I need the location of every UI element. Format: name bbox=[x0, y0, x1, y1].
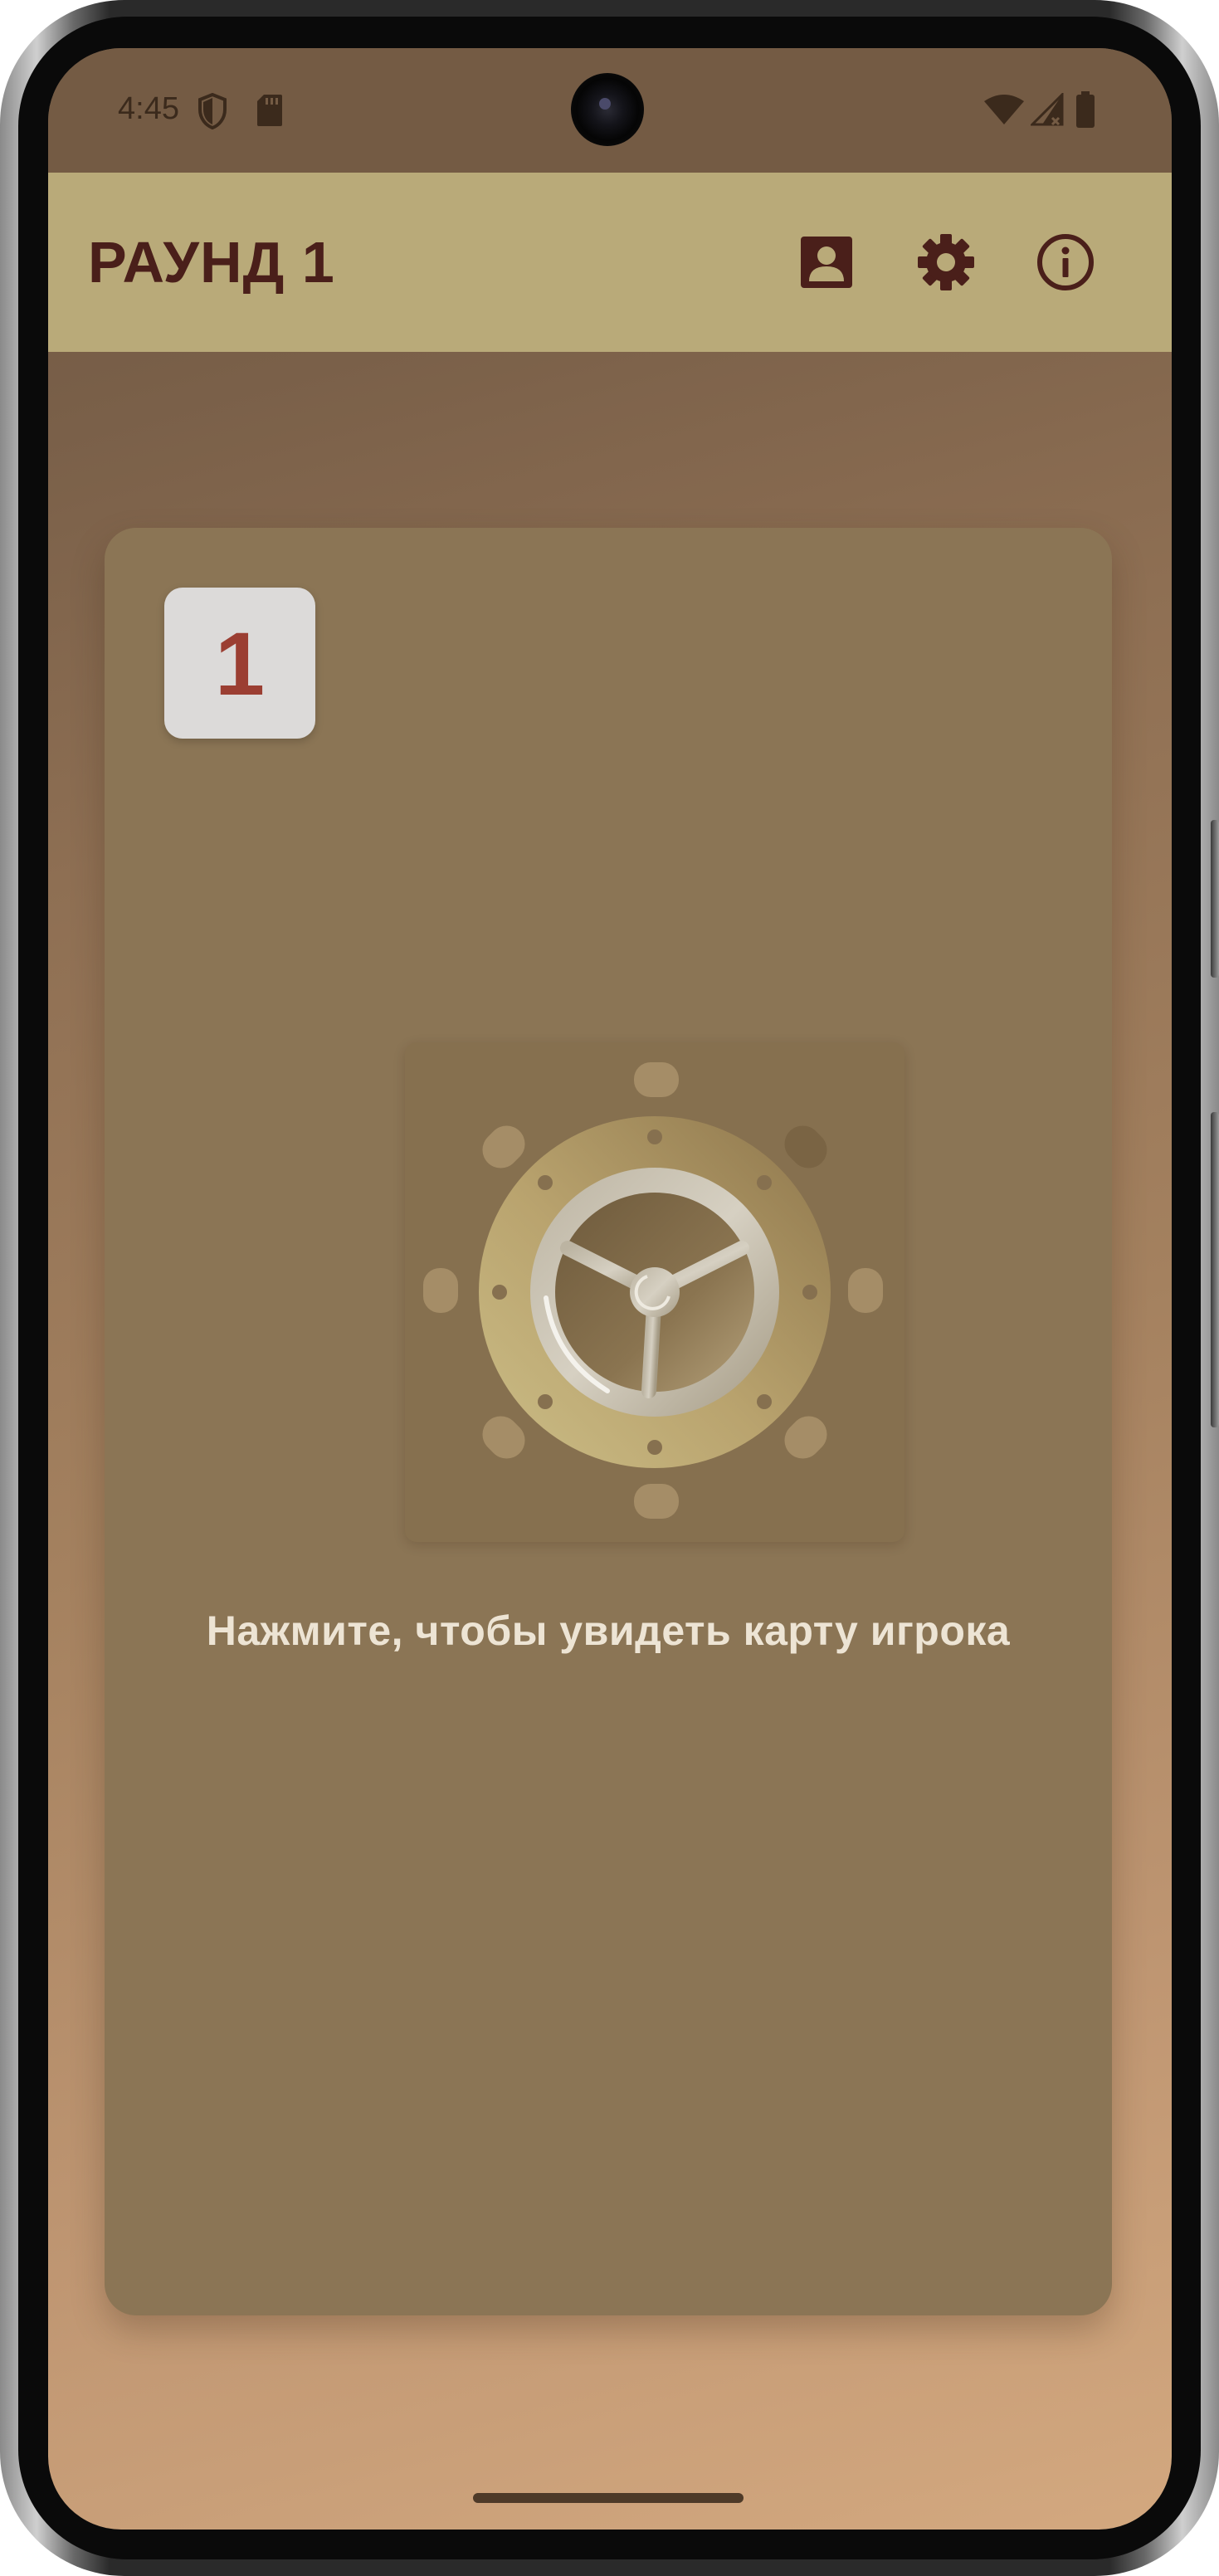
info-icon bbox=[1037, 234, 1094, 290]
settings-button[interactable] bbox=[914, 231, 978, 294]
shield-icon bbox=[198, 93, 227, 129]
info-button[interactable] bbox=[1034, 231, 1097, 294]
helm-wheel-icon bbox=[423, 1062, 883, 1519]
reveal-hint-text: Нажмите, чтобы увидеть карту игрока bbox=[206, 1608, 1011, 1654]
home-indicator[interactable] bbox=[473, 2493, 744, 2503]
volume-button bbox=[1211, 1112, 1219, 1427]
front-camera bbox=[571, 73, 644, 146]
battery-icon bbox=[1076, 91, 1095, 128]
wifi-icon bbox=[984, 95, 1024, 124]
page-title: РАУНД 1 bbox=[88, 230, 335, 295]
sd-card-icon bbox=[257, 95, 282, 126]
screen: 4:45 РАУНД 1 1 Нажмите, чтобы увидеть ка… bbox=[48, 48, 1172, 2530]
player-card-icon bbox=[801, 237, 852, 288]
status-time: 4:45 bbox=[118, 91, 179, 126]
player-card[interactable]: 1 Нажмите, чтобы увидеть карту игрока bbox=[105, 528, 1112, 2315]
gear-icon bbox=[918, 234, 974, 290]
cell-signal-icon bbox=[1031, 93, 1064, 126]
round-number-badge: 1 bbox=[164, 588, 315, 739]
player-card-button[interactable] bbox=[795, 231, 858, 294]
power-button bbox=[1211, 820, 1219, 978]
reveal-card-button[interactable] bbox=[405, 1042, 904, 1542]
app-bar: РАУНД 1 bbox=[48, 173, 1172, 352]
status-bar: 4:45 bbox=[48, 48, 1172, 173]
